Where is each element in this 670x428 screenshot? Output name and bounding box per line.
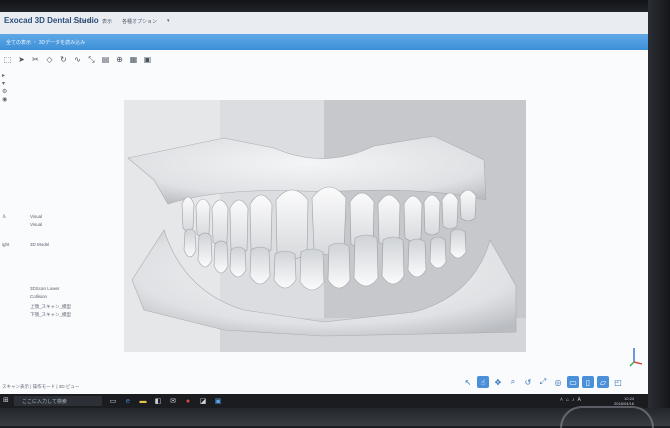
property-key: ル: [2, 214, 7, 219]
settings-icon[interactable]: ⚙: [2, 88, 7, 95]
collapse-icon[interactable]: ▸: [2, 72, 5, 79]
box-icon[interactable]: ▣: [142, 55, 153, 66]
property-key: ight: [2, 242, 10, 247]
curve-icon[interactable]: ∿: [72, 55, 83, 66]
property-value: Visual: [30, 222, 43, 227]
edge-browser-icon[interactable]: e: [123, 396, 133, 406]
property-value: 下顎_スキャン_模型: [30, 312, 72, 317]
chevron-up-icon[interactable]: ˄: [560, 397, 563, 403]
cut-icon[interactable]: ✂: [30, 55, 41, 66]
network-icon[interactable]: ⌂: [566, 397, 569, 403]
grid-icon[interactable]: ▦: [128, 55, 139, 66]
property-value: Visual: [30, 214, 43, 219]
property-row[interactable]: 3DScan Lower: [0, 286, 110, 294]
title-bar: Exocad 3D Dental Studio ファイル 表示 各種オプション …: [0, 12, 648, 35]
app-icon[interactable]: ◪: [198, 396, 208, 406]
menu-dropdown-icon[interactable]: ▾: [167, 18, 170, 25]
dental-app-taskbar-icon[interactable]: ▣: [213, 396, 223, 406]
side-view-icon[interactable]: ▯: [582, 376, 594, 388]
property-value: 3DScan Lower: [30, 286, 60, 291]
ime-icon[interactable]: A: [577, 397, 580, 403]
menu-item-options[interactable]: 各種オプション: [122, 18, 157, 25]
fit-icon[interactable]: ⤢: [537, 376, 549, 388]
target-icon[interactable]: ⊕: [114, 55, 125, 66]
property-row[interactable]: Collision: [0, 294, 110, 302]
ribbon-bar: 全ての表示 ・ 3Dデータを読み込み: [0, 34, 648, 50]
property-value: Collision: [30, 294, 48, 299]
camera-icon[interactable]: ◎: [552, 376, 564, 388]
layers-icon[interactable]: ▤: [100, 55, 111, 66]
store-icon[interactable]: ◧: [153, 396, 163, 406]
property-row[interactable]: [0, 256, 110, 264]
main-toolbar: ⬚ ➤ ✂ ◇ ↻ ∿ ⤡ ▤ ⊕ ▦ ▣: [2, 54, 153, 66]
shape-icon[interactable]: ◇: [44, 55, 55, 66]
cursor-icon[interactable]: ↖: [462, 376, 474, 388]
dental-model-render: [127, 135, 517, 337]
ribbon-label: 全ての表示 ・ 3Dデータを読み込み: [6, 40, 86, 46]
eye-icon[interactable]: ◉: [2, 96, 7, 103]
task-view-icon[interactable]: ▭: [108, 396, 118, 406]
front-view-icon[interactable]: ▭: [567, 376, 579, 388]
taskbar-search-placeholder: ここに入力して検索: [22, 399, 67, 405]
chrome-icon[interactable]: ●: [183, 396, 193, 406]
monitor-stand-reflection: [560, 406, 654, 428]
mail-icon[interactable]: ✉: [168, 396, 178, 406]
expand-icon[interactable]: ▾: [2, 80, 5, 87]
property-row[interactable]: Visual: [0, 222, 110, 230]
axis-gizmo: [629, 348, 643, 367]
windows-start-icon[interactable]: ⊞: [3, 397, 11, 405]
perspective-icon[interactable]: ◰: [612, 376, 624, 388]
menu-bar: ファイル 表示 各種オプション ▾: [72, 18, 170, 25]
zoom-icon[interactable]: ⌕: [507, 376, 519, 388]
app-window: Exocad 3D Dental Studio ファイル 表示 各種オプション …: [0, 12, 648, 394]
property-row[interactable]: 上顎_スキャン_模型: [0, 304, 110, 312]
move-icon[interactable]: ⤡: [86, 55, 97, 66]
monitor-bezel-right: [648, 0, 670, 426]
property-row[interactable]: 下顎_スキャン_模型: [0, 312, 110, 320]
upper-jaw: [127, 135, 487, 205]
rotate-icon[interactable]: ↻: [58, 55, 69, 66]
property-value: 3D Model: [30, 242, 50, 247]
rotate-view-icon[interactable]: ↺: [522, 376, 534, 388]
clock[interactable]: 10:24 2018/04/16: [614, 396, 634, 406]
3d-viewport[interactable]: [124, 100, 526, 352]
top-view-icon[interactable]: ▱: [597, 376, 609, 388]
select-icon[interactable]: ⬚: [2, 55, 13, 66]
taskbar-search-box[interactable]: ここに入力して検索: [14, 396, 102, 406]
pan-icon[interactable]: ✥: [492, 376, 504, 388]
volume-icon[interactable]: ♪: [572, 397, 575, 403]
menu-item-view[interactable]: 表示: [102, 18, 112, 25]
property-row[interactable]: ight 3D Model: [0, 242, 110, 250]
taskbar-apps: ▭ e ▬ ◧ ✉ ● ◪ ▣: [108, 396, 223, 406]
windows-taskbar: ⊞ ここに入力して検索 ▭ e ▬ ◧ ✉ ● ◪ ▣ ˄ ⌂ ♪ A 10:2…: [0, 394, 648, 408]
menu-item-file[interactable]: ファイル: [72, 18, 92, 25]
file-explorer-icon[interactable]: ▬: [138, 396, 148, 406]
property-value: 上顎_スキャン_模型: [30, 304, 72, 309]
status-line: スキャン表示 | 操作モード | 3D ビュー: [2, 384, 80, 389]
system-tray: ˄ ⌂ ♪ A: [560, 397, 581, 403]
pointer-icon[interactable]: ☝: [477, 376, 489, 388]
arrow-icon[interactable]: ➤: [16, 55, 27, 66]
property-row[interactable]: ル Visual: [0, 214, 110, 222]
view-toolbar: ↖ ☝ ✥ ⌕ ↺ ⤢ ◎ ▭ ▯ ▱ ◰: [462, 376, 624, 388]
properties-panel: ▸ ▾ ⚙ ◉ ル Visual Visual ight 3D Model 3DScan …: [0, 72, 118, 392]
